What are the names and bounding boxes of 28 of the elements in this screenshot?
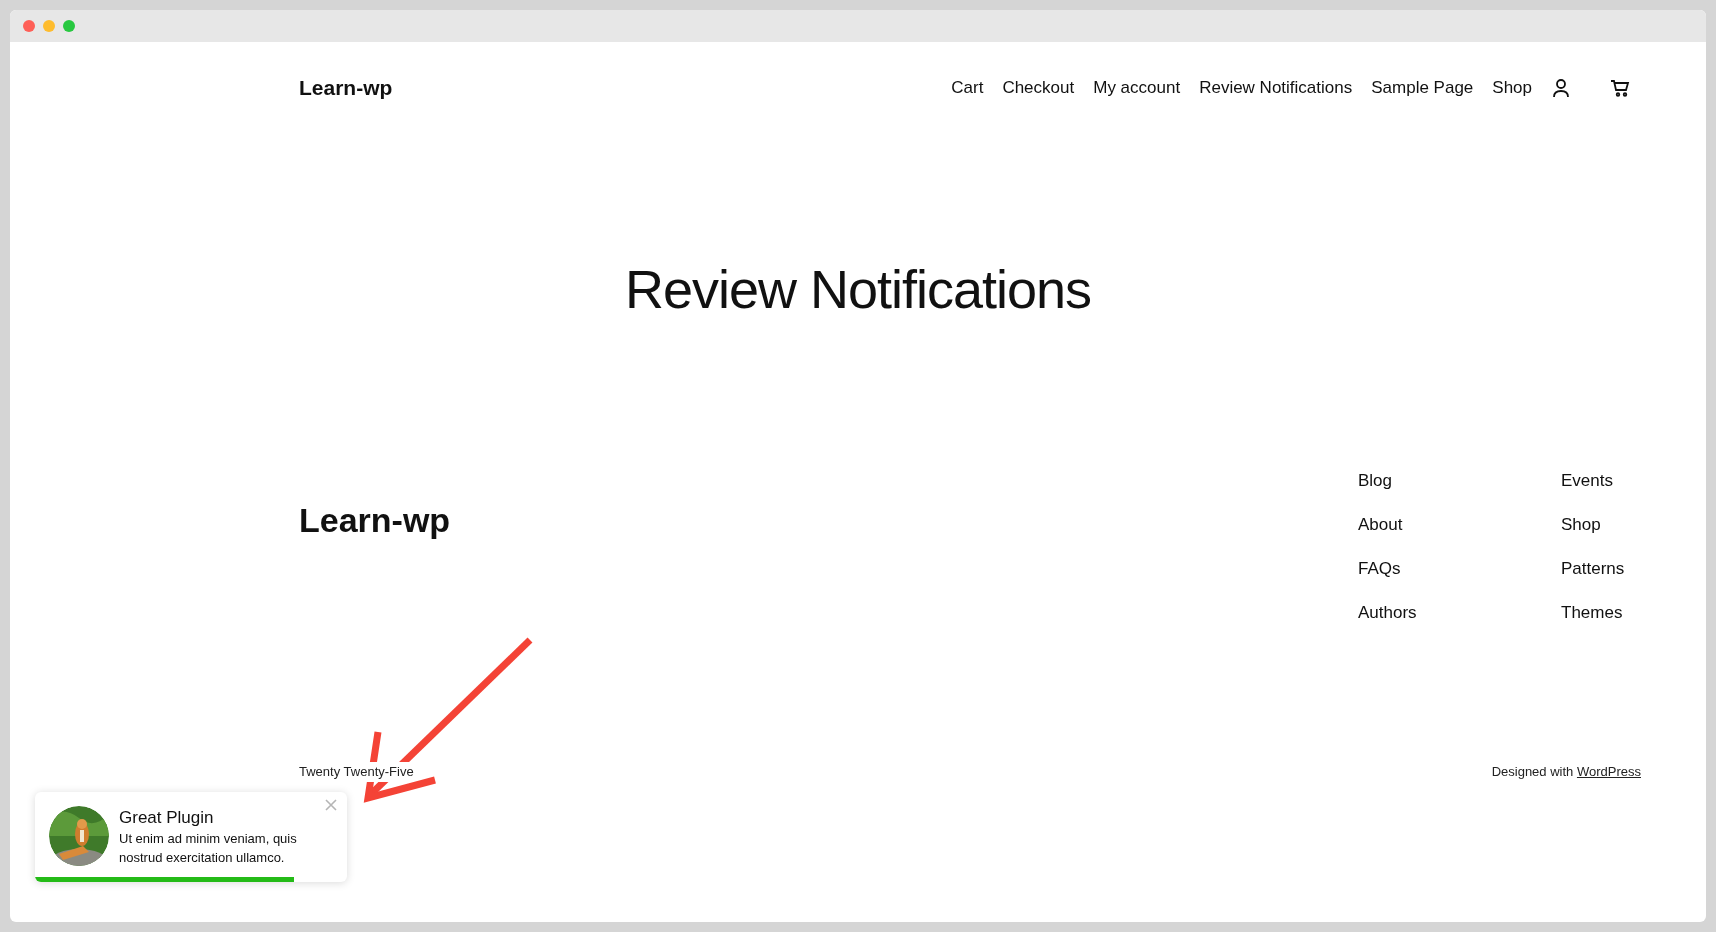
footer-link[interactable]: About [1358,513,1438,536]
maximize-window-button[interactable] [63,20,75,32]
footer-link[interactable]: Events [1561,469,1641,492]
nav-link[interactable]: Cart [951,75,984,101]
footer-link[interactable]: FAQs [1358,557,1438,580]
theme-credit: Twenty Twenty-Five [299,762,414,782]
toast-message: Ut enim ad minim veniam, quis nostrud exercitation ullamco. [119,830,298,867]
page-title: Review Notifications [624,258,1092,321]
site-title[interactable]: Learn-wp [299,72,393,104]
footer-link[interactable]: Themes [1561,601,1641,624]
nav-link[interactable]: Shop [1492,75,1532,101]
footer-site-title[interactable]: Learn-wp [299,495,451,546]
nav-link[interactable]: Review Notifications [1199,75,1353,101]
toast-title: Great Plugin [119,807,215,829]
credit-text: Designed with WordPress [1491,763,1641,781]
nav-link[interactable]: Checkout [1002,75,1075,101]
nav-link[interactable]: Sample Page [1371,75,1474,101]
cart-icon[interactable] [1610,78,1630,98]
footer-link[interactable]: Patterns [1561,557,1641,580]
account-icon[interactable] [1551,78,1571,98]
close-window-button[interactable] [23,20,35,32]
footer-link[interactable]: Authors [1358,601,1438,624]
close-button[interactable] [324,798,338,812]
footer-link[interactable]: Blog [1358,469,1438,492]
minimize-window-button[interactable] [43,20,55,32]
footer-link[interactable]: Shop [1561,513,1641,536]
nav-link[interactable]: My account [1093,75,1181,101]
wordpress-link[interactable]: WordPress [1576,764,1641,779]
